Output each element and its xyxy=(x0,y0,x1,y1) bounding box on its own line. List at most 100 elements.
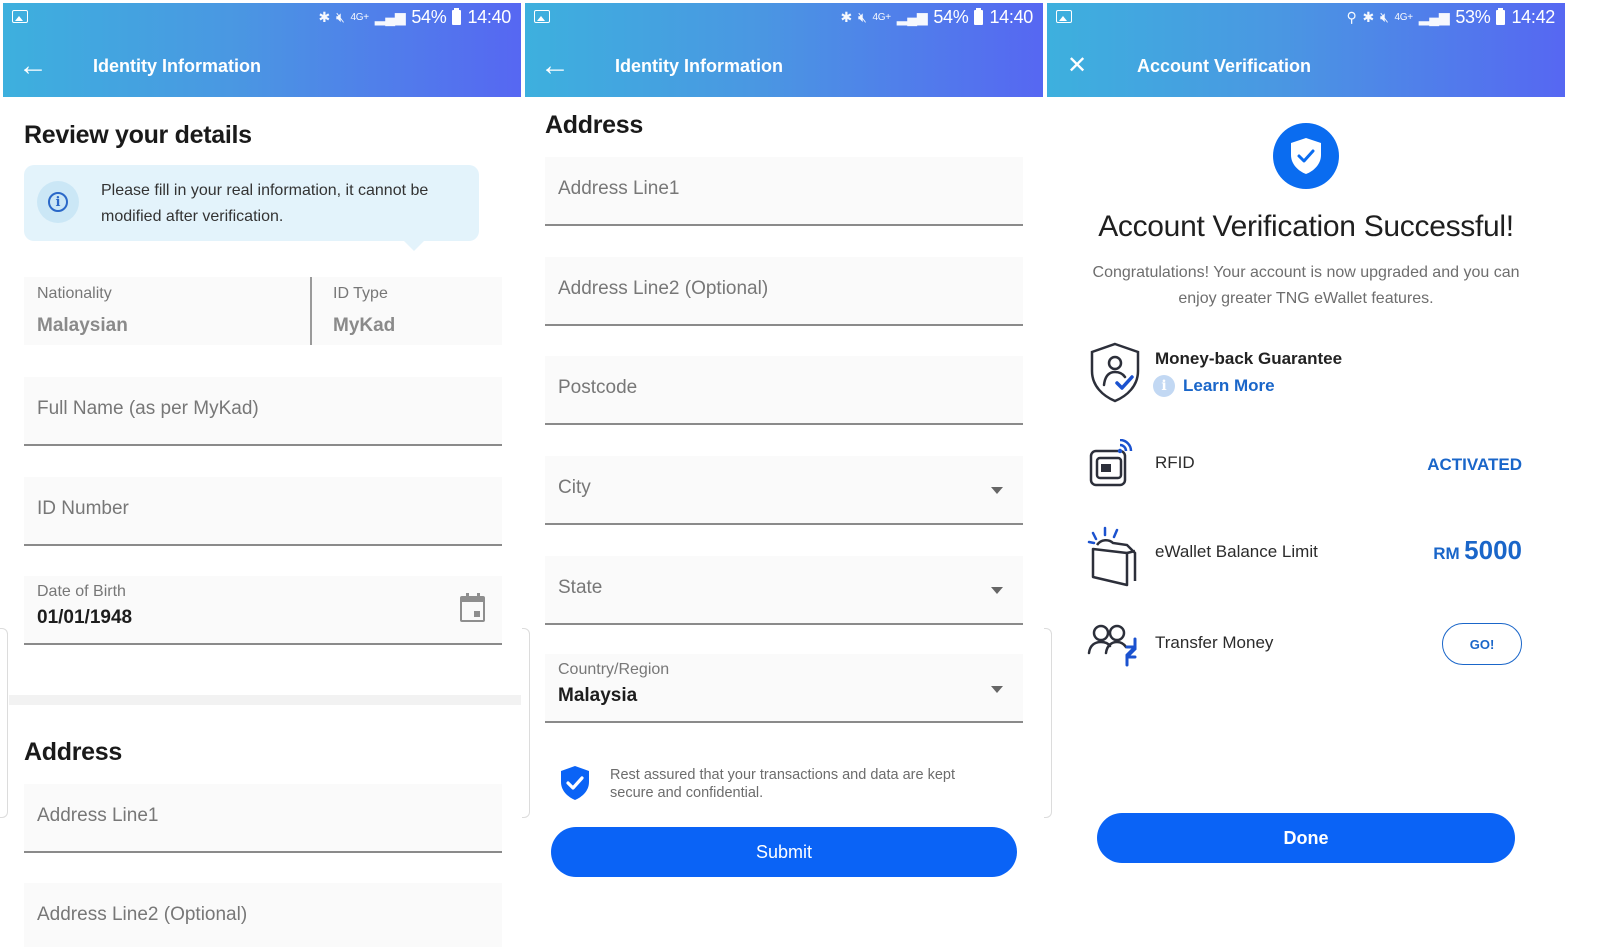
learn-more-link[interactable]: i Learn More xyxy=(1153,375,1275,397)
id-number-input[interactable]: ID Number xyxy=(24,477,502,546)
mute-icon: 🔇︎ xyxy=(1379,9,1389,25)
nationality-value: Malaysian xyxy=(37,315,128,336)
chevron-down-icon xyxy=(991,487,1003,494)
address-line2-input[interactable]: Address Line2 (Optional) xyxy=(545,257,1023,326)
clock: 14:42 xyxy=(1511,7,1555,27)
nationality-field: Nationality Malaysian xyxy=(24,277,310,345)
gallery-icon xyxy=(12,10,28,23)
edge-decoration xyxy=(1044,628,1052,818)
amount-value: 5000 xyxy=(1464,535,1522,565)
rfid-status: ACTIVATED xyxy=(1427,455,1522,474)
app-bar: ✱ 🔇︎ 4G+ ▂▄▆ 54% 14:40 ← Identity Inform… xyxy=(525,3,1043,97)
address-line2-placeholder: Address Line2 (Optional) xyxy=(37,904,248,925)
gallery-icon xyxy=(534,10,550,23)
feature-name: eWallet Balance Limit xyxy=(1155,542,1318,561)
shield-check-icon xyxy=(561,766,589,800)
info-icon: i xyxy=(37,181,79,223)
battery-icon xyxy=(974,8,984,25)
network-type: 4G+ xyxy=(872,12,891,23)
status-bar: ⚲ ✱ 🔇︎ 4G+ ▂▄▆ 53% 14:42 xyxy=(1047,3,1565,35)
bluetooth-icon: ✱ xyxy=(318,9,331,25)
mute-icon: 🔇︎ xyxy=(857,9,867,25)
feature-name: Transfer Money xyxy=(1155,633,1274,652)
feature-rfid: RFID ACTIVATED xyxy=(1087,439,1522,489)
page-title: Identity Information xyxy=(615,55,783,76)
security-note-text: Rest assured that your transactions and … xyxy=(610,767,955,801)
postcode-placeholder: Postcode xyxy=(558,377,638,398)
edge-decoration xyxy=(522,628,530,818)
feature-name: Money-back Guarantee xyxy=(1155,349,1343,368)
page-title: Account Verification xyxy=(1137,55,1312,76)
address-line1-placeholder: Address Line1 xyxy=(37,805,159,826)
divider xyxy=(310,277,312,345)
transfer-users-icon xyxy=(1087,624,1137,667)
signal-icon: ▂▄▆ xyxy=(374,9,406,25)
learn-more-label: Learn More xyxy=(1183,376,1275,395)
signal-icon: ▂▄▆ xyxy=(1418,9,1450,25)
submit-button[interactable]: Submit xyxy=(551,827,1017,877)
shield-user-icon xyxy=(1090,342,1140,403)
address-line2-input[interactable]: Address Line2 (Optional) xyxy=(24,883,502,947)
dob-value: 01/01/1948 xyxy=(37,607,133,628)
section-separator xyxy=(9,695,521,705)
dob-label: Date of Birth xyxy=(37,583,126,600)
back-arrow-icon[interactable]: ← xyxy=(3,43,63,89)
city-placeholder: City xyxy=(558,477,591,498)
network-type: 4G+ xyxy=(1394,12,1413,23)
feature-transfer-money: Transfer Money GO! xyxy=(1087,621,1522,667)
battery-percent: 53% xyxy=(1455,7,1491,27)
address-line1-input[interactable]: Address Line1 xyxy=(545,157,1023,226)
close-icon[interactable]: ✕ xyxy=(1047,43,1107,89)
wallet-icon xyxy=(1087,526,1137,587)
country-value: Malaysia xyxy=(558,685,638,706)
rfid-card-icon xyxy=(1089,439,1133,487)
location-icon: ⚲ xyxy=(1346,9,1357,25)
clock: 14:40 xyxy=(989,7,1033,27)
state-select[interactable]: State xyxy=(545,556,1023,625)
success-shield-icon xyxy=(1273,123,1339,189)
screen-verification-success: ⚲ ✱ 🔇︎ 4G+ ▂▄▆ 53% 14:42 ✕ Account Verif… xyxy=(1047,3,1565,947)
id-number-placeholder: ID Number xyxy=(37,498,129,519)
feature-money-back: Money-back Guarantee i Learn More xyxy=(1087,341,1522,407)
postcode-input[interactable]: Postcode xyxy=(545,356,1023,425)
network-type: 4G+ xyxy=(350,12,369,23)
full-name-placeholder: Full Name (as per MyKad) xyxy=(37,398,259,419)
id-info-row: Nationality Malaysian ID Type MyKad xyxy=(24,277,502,345)
section-heading-address: Address xyxy=(545,111,643,139)
calendar-icon[interactable] xyxy=(460,593,485,622)
edge-decoration xyxy=(0,628,8,818)
gallery-icon xyxy=(1056,10,1072,23)
status-bar: ✱ 🔇︎ 4G+ ▂▄▆ 54% 14:40 xyxy=(525,3,1043,35)
city-select[interactable]: City xyxy=(545,456,1023,525)
go-button[interactable]: GO! xyxy=(1442,623,1522,665)
notice-text: Please fill in your real information, it… xyxy=(101,182,429,225)
battery-icon xyxy=(452,8,462,25)
info-icon: i xyxy=(1153,375,1175,397)
battery-percent: 54% xyxy=(933,7,969,27)
done-button[interactable]: Done xyxy=(1097,813,1515,863)
back-arrow-icon[interactable]: ← xyxy=(525,43,585,89)
section-heading-review: Review your details xyxy=(24,121,252,149)
signal-icon: ▂▄▆ xyxy=(896,9,928,25)
success-subtitle: Congratulations! Your account is now upg… xyxy=(1092,264,1520,307)
app-bar: ⚲ ✱ 🔇︎ 4G+ ▂▄▆ 53% 14:42 ✕ Account Verif… xyxy=(1047,3,1565,97)
id-type-label: ID Type xyxy=(333,285,388,302)
chevron-down-icon xyxy=(991,587,1003,594)
security-note: Rest assured that your transactions and … xyxy=(558,760,1028,810)
country-select[interactable]: Country/Region Malaysia xyxy=(545,654,1023,723)
feature-name: RFID xyxy=(1155,453,1195,472)
clock: 14:40 xyxy=(467,7,511,27)
balance-limit-value: RM 5000 xyxy=(1433,535,1522,566)
state-placeholder: State xyxy=(558,577,603,598)
section-heading-address: Address xyxy=(24,738,122,766)
page-title: Identity Information xyxy=(93,55,261,76)
info-notice: i Please fill in your real information, … xyxy=(24,165,479,251)
address-line2-placeholder: Address Line2 (Optional) xyxy=(558,278,769,299)
date-of-birth-field[interactable]: Date of Birth 01/01/1948 xyxy=(24,576,502,645)
chevron-down-icon xyxy=(991,686,1003,693)
full-name-input[interactable]: Full Name (as per MyKad) xyxy=(24,377,502,446)
address-line1-input[interactable]: Address Line1 xyxy=(24,784,502,853)
battery-percent: 54% xyxy=(411,7,447,27)
bluetooth-icon: ✱ xyxy=(1362,9,1375,25)
address-line1-placeholder: Address Line1 xyxy=(558,178,680,199)
